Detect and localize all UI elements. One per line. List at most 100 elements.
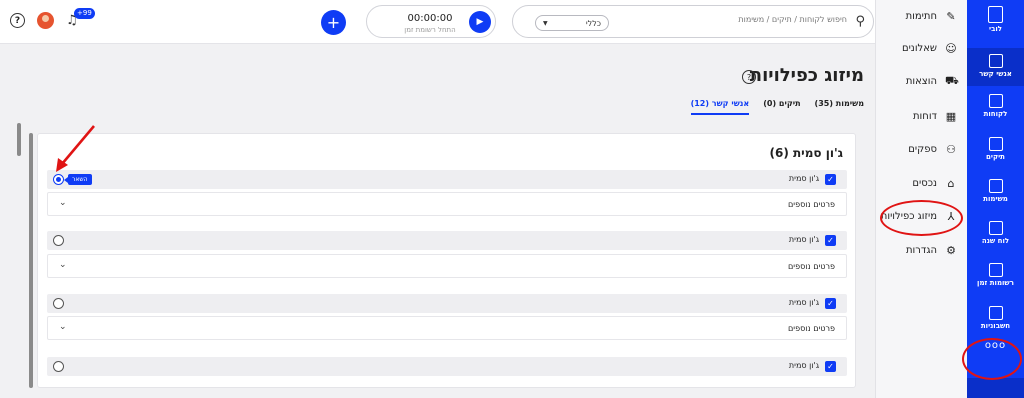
rail-item-invoices[interactable]: חשבוניות — [967, 306, 1024, 330]
search-icon: ⚲ — [855, 14, 865, 29]
play-icon[interactable]: ▶ — [469, 11, 491, 33]
rail-item-label: רשומות זמן — [977, 279, 1014, 287]
rail-item-contacts[interactable]: אנשי קשר — [967, 48, 1024, 86]
record-name: ג'ון סמית — [788, 298, 819, 307]
lobby-icon — [988, 6, 1003, 23]
scrollbar-handle[interactable] — [29, 133, 33, 388]
rail-item-label: תיקים — [986, 153, 1005, 161]
sidebar-item-label: ספקים — [908, 143, 937, 155]
include-checkbox[interactable]: ✓ — [825, 174, 836, 185]
rail-item-tasks[interactable]: משימות — [967, 179, 1024, 203]
sidebar-item-label: הגדרות — [905, 244, 937, 256]
include-checkbox[interactable]: ✓ — [825, 361, 836, 372]
reports-icon: ▦ — [945, 109, 957, 123]
rail-item-label: אנשי קשר — [979, 70, 1012, 78]
sidebar-item-label: חתימות — [905, 10, 937, 22]
chevron-down-icon: ⌄ — [59, 198, 67, 208]
top-bar: ⚲ ▼ כללי 00:00:00 התחל רשומת זמן ▶ + ? ♫… — [0, 0, 875, 44]
invoice-icon — [988, 306, 1003, 320]
annotation-circle — [880, 200, 963, 236]
sidebar-item-label: נכסים — [912, 177, 937, 189]
include-checkbox[interactable]: ✓ — [825, 298, 836, 309]
sidebar-item-assets[interactable]: נכסים ⌂ — [875, 171, 967, 195]
avatar[interactable] — [37, 12, 54, 29]
rail-footer — [967, 378, 1024, 398]
record-name: ג'ון סמית — [788, 174, 819, 183]
more-details-label: פרטים נוספים — [787, 324, 835, 333]
annotation-circle — [962, 338, 1022, 380]
more-details-toggle[interactable]: פרטים נוספים ⌄ — [47, 316, 847, 340]
rail-item-lobby[interactable]: לובי — [967, 6, 1024, 33]
notification-badge: +99 — [74, 8, 95, 19]
sidebar-item-settings[interactable]: הגדרות ⚙ — [875, 238, 967, 262]
add-new-button[interactable]: + — [321, 10, 346, 35]
sidebar-item-label: הוצאות — [905, 75, 937, 87]
cart-icon: ⛟ — [945, 73, 959, 87]
include-checkbox[interactable]: ✓ — [825, 235, 836, 246]
folder-icon — [988, 137, 1003, 151]
page-title: מיזוג כפילויות — [749, 65, 864, 86]
rail-item-label: לובי — [989, 25, 1002, 33]
sidebar-item-expenses[interactable]: הוצאות ⛟ — [875, 69, 967, 93]
time-records-icon — [988, 263, 1003, 277]
keep-radio[interactable] — [53, 361, 64, 372]
rail-item-label: חשבוניות — [980, 322, 1011, 330]
tab-folders[interactable]: תיקים (0) — [763, 99, 800, 115]
help-icon[interactable]: ? — [742, 70, 756, 84]
rail-item-label: משימות — [983, 195, 1008, 203]
group-title: ג'ון סמית (6) — [769, 146, 843, 160]
global-search[interactable]: ⚲ ▼ כללי — [512, 5, 874, 38]
search-scope-value: כללי — [585, 18, 601, 28]
duplicate-group-card: ג'ון סמית (6) השאר ג'ון סמית ✓ פרטים נוס… — [37, 133, 856, 388]
keep-radio[interactable] — [53, 235, 64, 246]
chevron-down-icon: ⌄ — [59, 260, 67, 270]
keep-radio[interactable] — [53, 298, 64, 309]
keep-tooltip: השאר — [64, 174, 92, 185]
time-record-timer: 00:00:00 התחל רשומת זמן ▶ — [366, 5, 496, 38]
tab-tasks[interactable]: משימות (35) — [815, 99, 864, 115]
sidebar-item-signatures[interactable]: חתימות ✎ — [875, 4, 967, 28]
annotation-arrow — [56, 125, 95, 172]
sidebar-item-suppliers[interactable]: ספקים ⚇ — [875, 137, 967, 161]
sidebar-item-questionnaires[interactable]: שאלונים ☺ — [875, 36, 967, 60]
record-name: ג'ון סמית — [788, 361, 819, 370]
timer-value: 00:00:00 — [407, 13, 453, 24]
search-scope-dropdown[interactable]: ▼ כללי — [535, 15, 609, 31]
keep-radio[interactable] — [53, 174, 64, 185]
chevron-down-icon: ▼ — [543, 19, 548, 27]
more-details-label: פרטים נוספים — [787, 200, 835, 209]
search-input[interactable] — [717, 15, 847, 24]
tasks-icon — [988, 179, 1003, 193]
suppliers-icon: ⚇ — [946, 142, 956, 156]
record-name: ג'ון סמית — [788, 235, 819, 244]
rail-item-calendar[interactable]: לוח שנה — [967, 221, 1024, 245]
sidebar-item-label: שאלונים — [901, 42, 937, 54]
contacts-card-icon — [988, 54, 1003, 68]
clients-icon — [988, 94, 1003, 108]
sidebar-item-reports[interactable]: דוחות ▦ — [875, 104, 967, 128]
entity-tabs: אנשי קשר (12) תיקים (0) משימות (35) — [690, 99, 864, 115]
chevron-down-icon: ⌄ — [59, 322, 67, 332]
scrollbar-handle[interactable] — [17, 123, 21, 156]
timer-label: התחל רשומת זמן — [404, 26, 456, 34]
tab-contacts[interactable]: אנשי קשר (12) — [690, 99, 750, 115]
signature-icon: ✎ — [946, 9, 956, 23]
rail-item-folders[interactable]: תיקים — [967, 137, 1024, 161]
more-details-toggle[interactable]: פרטים נוספים ⌄ — [47, 254, 847, 278]
rail-item-clients[interactable]: לקוחות — [967, 94, 1024, 118]
rail-item-label: לוח שנה — [981, 237, 1010, 245]
duplicate-record-row: ג'ון סמית ✓ — [47, 357, 847, 376]
help-icon[interactable]: ? — [10, 13, 25, 28]
duplicate-record-row: ג'ון סמית ✓ — [47, 231, 847, 250]
secondary-sidebar: חתימות ✎ שאלונים ☺ הוצאות ⛟ דוחות ▦ ספקי… — [875, 0, 967, 398]
sidebar-item-label: דוחות — [912, 110, 937, 122]
more-details-toggle[interactable]: פרטים נוספים ⌄ — [47, 192, 847, 216]
duplicate-record-row: ג'ון סמית ✓ — [47, 294, 847, 313]
duplicate-record-row: השאר ג'ון סמית ✓ — [47, 170, 847, 189]
rail-item-time-records[interactable]: רשומות זמן — [967, 263, 1024, 287]
calendar-icon — [988, 221, 1003, 235]
questionnaire-icon: ☺ — [945, 41, 957, 55]
rail-item-label: לקוחות — [983, 110, 1008, 118]
assets-icon: ⌂ — [947, 176, 955, 190]
settings-icon: ⚙ — [946, 243, 956, 257]
